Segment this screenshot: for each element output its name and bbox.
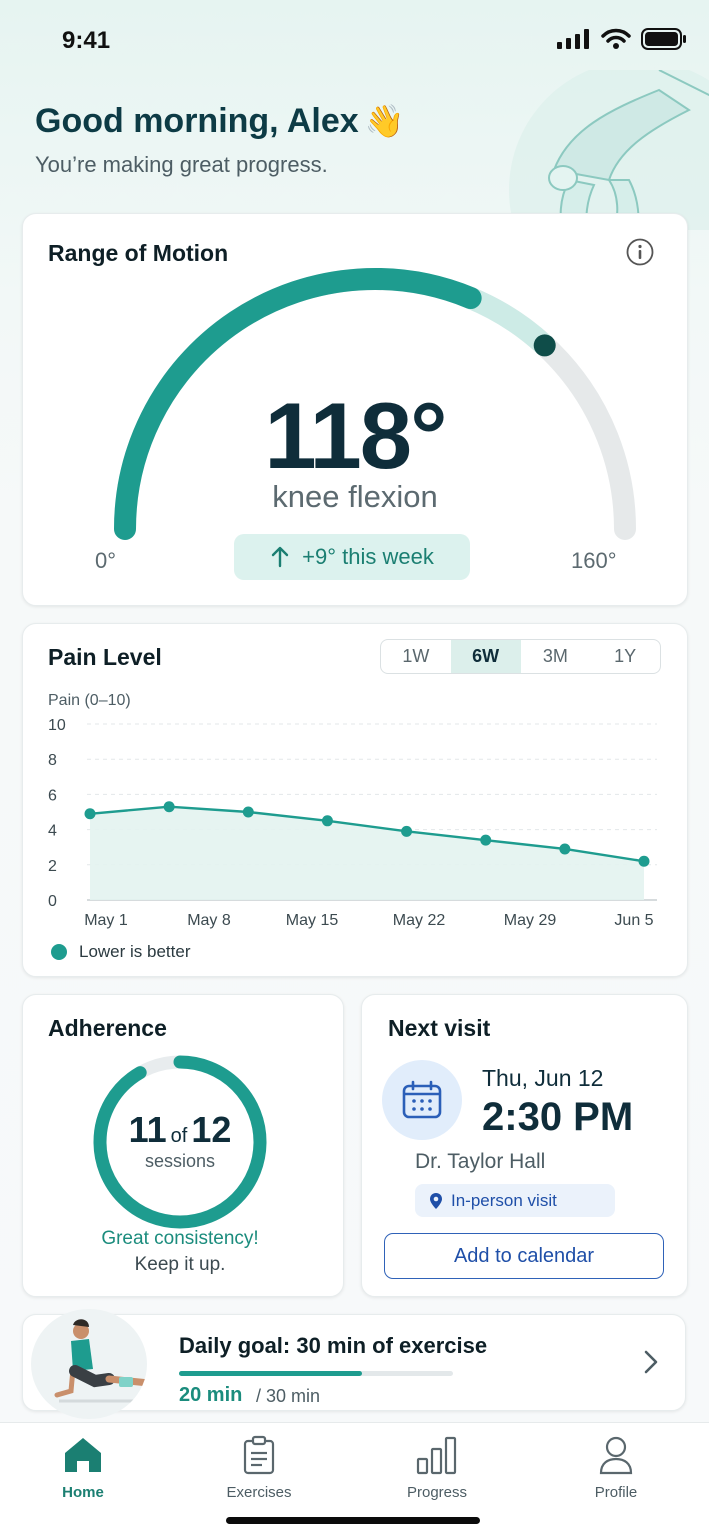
pain-point [401,825,413,837]
weekly-change-text: +9° this week [302,544,434,569]
nav-label: Home [62,1484,104,1501]
location-pin-icon [430,1192,442,1209]
chevron-right-icon[interactable] [643,1349,659,1375]
x-tick-label: May 29 [504,912,557,929]
y-tick-label: 10 [48,717,66,734]
goal-current: 20 min [179,1384,243,1406]
goal-progress-track [179,1371,453,1376]
exercise-illustration [31,1309,147,1419]
y-tick-label: 2 [48,858,57,875]
sessions-completed: 11 [128,1109,167,1150]
status-icons [557,28,687,50]
sessions-of: of [170,1125,188,1147]
arrow-up-icon [271,546,289,568]
pain-area [90,806,644,900]
next-visit-card: Next visit Thu, Jun 12 2:30 PM Dr. Taylo… [361,994,688,1297]
x-tick-label: Jun 5 [614,912,653,929]
signal-icon [557,29,589,49]
greeting: Good morning, Alex 👋 [35,102,404,141]
home-icon [65,1438,101,1472]
x-tick-label: May 8 [187,912,231,929]
visit-doctor: Dr. Taylor Hall [415,1150,546,1173]
goal-progress-fill [179,1371,362,1376]
x-tick-label: May 1 [84,912,128,929]
person-icon [599,1436,633,1475]
pain-level-card: Pain Level 1W 6W 3M 1Y Pain (0–10) 0 2 4 6 8 10 Ma… [22,623,688,977]
visit-type-badge: In-person visit [415,1184,615,1217]
y-axis-label: Pain (0–10) [48,692,131,709]
legend-text: Lower is better [79,942,191,961]
pain-point [638,855,650,867]
nav-label: Progress [406,1484,468,1501]
wave-icon: 👋 [364,103,405,139]
greeting-text: Good morning, Alex [35,102,359,140]
battery-icon [641,28,686,50]
visit-type-text: In-person visit [451,1190,557,1210]
nav-progress[interactable]: Progress [377,1435,497,1501]
calendar-icon [402,1080,442,1119]
gauge-marker [533,334,556,357]
range-of-motion-card: Range of Motion 118° knee flexion 0° 160… [22,213,688,606]
knee-illustration [509,70,709,230]
card-title: Next visit [388,1015,491,1041]
sessions-total: 12 [191,1109,232,1150]
nav-profile[interactable]: Profile [556,1435,676,1501]
sessions-label: sessions [144,1151,216,1171]
goal-title: Daily goal: 30 min of exercise [179,1333,488,1358]
adherence-submessage: Keep it up. [134,1254,226,1275]
nav-label: Exercises [226,1484,292,1501]
pain-point [84,808,96,820]
home-indicator[interactable] [226,1517,480,1524]
chart-legend: Lower is better [51,942,191,962]
weekly-change-badge: +9° this week [234,534,470,580]
pain-point [321,815,333,827]
clipboard-icon [243,1435,275,1475]
gauge-max-label: 160° [571,548,617,573]
gauge-light-segment [466,287,553,354]
nav-label: Profile [594,1484,638,1501]
y-tick-label: 0 [48,893,57,910]
nav-exercises[interactable]: Exercises [199,1435,319,1501]
goal-total: / 30 min [256,1386,321,1406]
card-title: Adherence [48,1015,167,1041]
greeting-subtitle: You’re making great progress. [35,152,328,177]
visit-date: Thu, Jun 12 [482,1065,604,1091]
legend-dot [51,944,67,960]
nav-home[interactable]: Home [23,1435,143,1501]
add-to-calendar-button[interactable]: Add to calendar [384,1233,664,1279]
pain-point [242,806,254,818]
adherence-card: Adherence 11 of 12 sessions Great consiste… [22,994,344,1297]
x-tick-label: May 15 [286,912,339,929]
adherence-message: Great consistency! [101,1228,259,1249]
status-time: 9:41 [62,27,111,54]
status-bar: 9:41 [0,0,709,80]
sessions-count: 11 of 12 [23,1109,337,1151]
y-tick-label: 4 [48,823,57,840]
calendar-icon-bubble [382,1060,462,1140]
y-tick-label: 8 [48,752,57,769]
pain-point [480,834,492,846]
pain-point [163,801,175,813]
rom-value: 118° [264,383,447,488]
pain-point [559,843,571,855]
y-tick-label: 6 [48,787,57,804]
wifi-icon [601,28,631,49]
visit-time: 2:30 PM [482,1095,634,1139]
pain-chart: Pain (0–10) 0 2 4 6 8 10 May 1 May 8 May 15 May 22… [48,692,657,929]
rom-label: knee flexion [272,479,438,514]
gauge-min-label: 0° [95,548,117,573]
bar-chart-icon [416,1436,457,1475]
x-tick-label: May 22 [393,912,446,929]
daily-goal-card[interactable]: Daily goal: 30 min of exercise 20 min / … [22,1309,686,1419]
